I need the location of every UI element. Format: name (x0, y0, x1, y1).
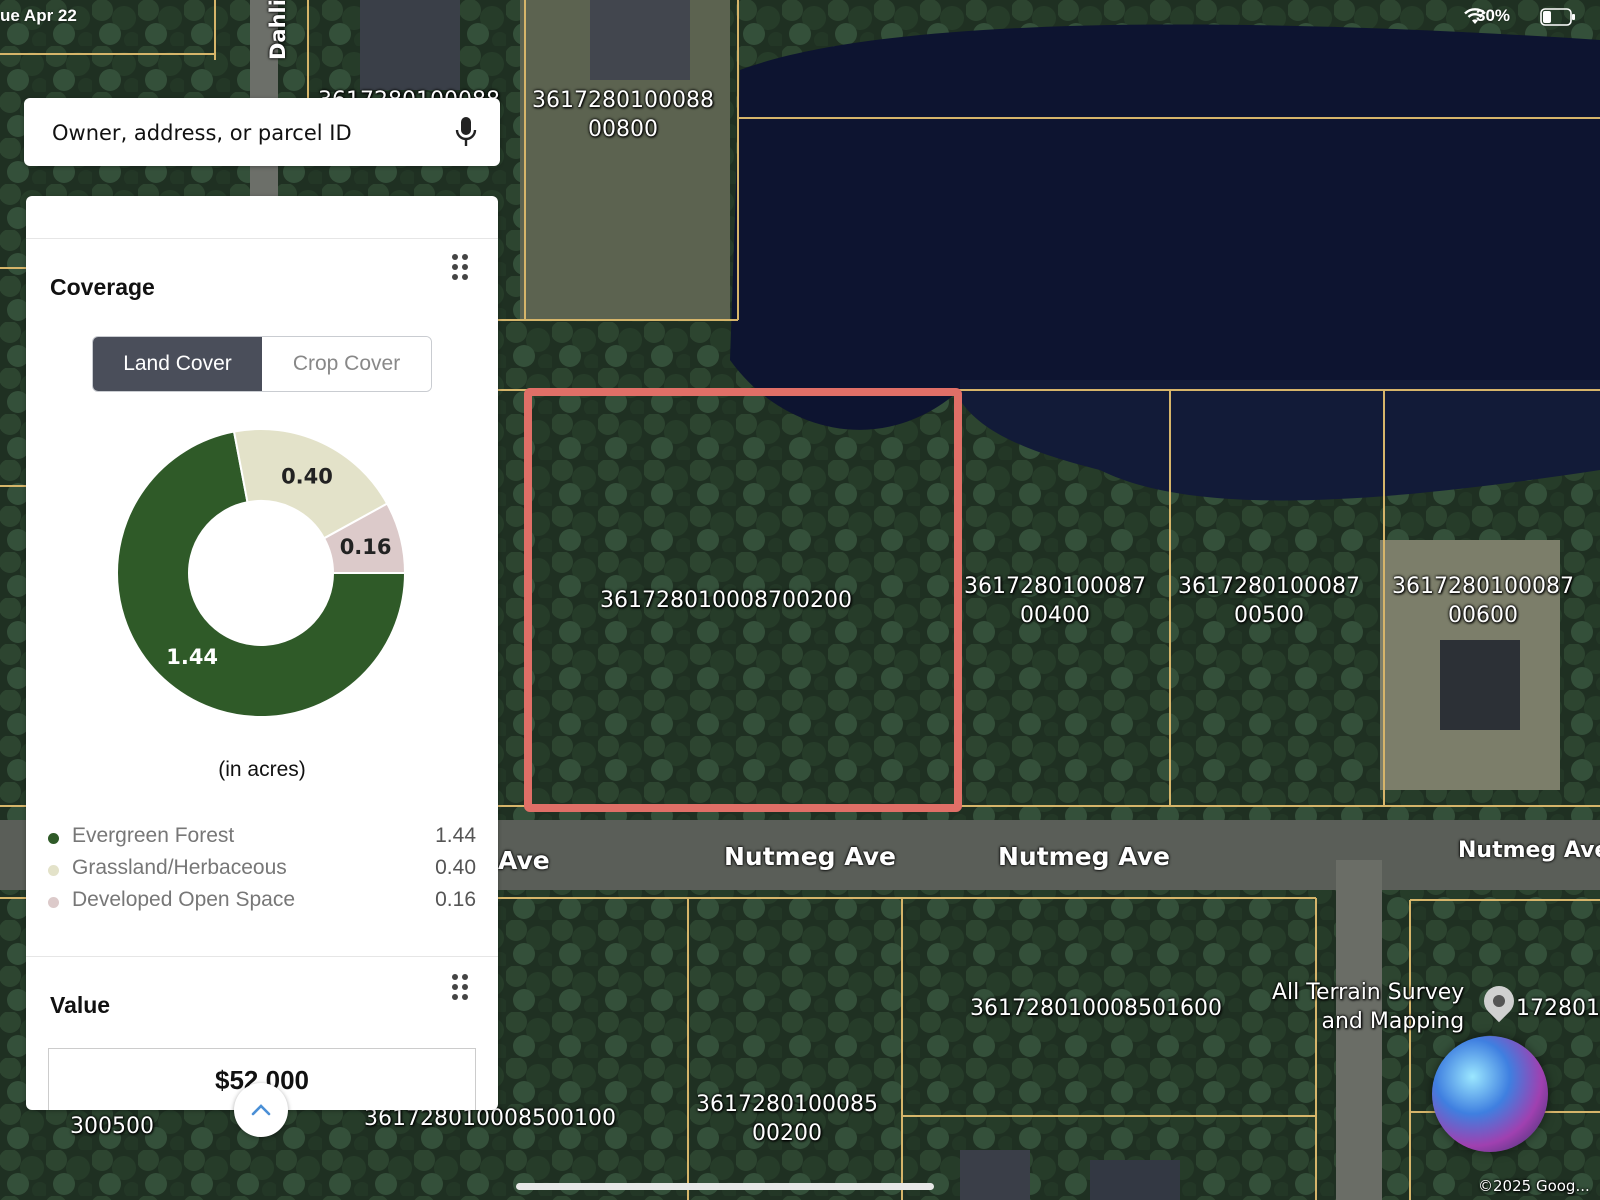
parcel-details-panel[interactable]: Coverage Land Cover Crop Cover 1.44 0.40 0… (26, 196, 498, 1110)
home-indicator[interactable] (516, 1183, 934, 1190)
legend-label: Grassland/Herbaceous (72, 856, 287, 879)
parcel-label[interactable]: 3617280100087 00600 (1392, 572, 1574, 630)
legend-label: Developed Open Space (72, 888, 295, 911)
panel-divider (26, 956, 498, 957)
legend-value: 0.40 (435, 856, 476, 879)
street-label: Dahlia (266, 0, 290, 60)
street-label: Ave (498, 846, 550, 875)
legend-swatch (48, 833, 59, 844)
parcel-label[interactable]: 3617280100088 00800 (532, 86, 714, 144)
panel-divider (26, 238, 498, 239)
coverage-toggle[interactable]: Land Cover Crop Cover (92, 336, 432, 392)
parcel-label[interactable]: 300500 (70, 1112, 154, 1141)
microphone-icon[interactable] (454, 116, 478, 148)
collapse-panel-button[interactable] (234, 1083, 288, 1137)
legend-swatch (48, 865, 59, 876)
donut-data-label: 0.16 (340, 535, 392, 559)
parcel-label[interactable]: 361728010008501600 (970, 994, 1222, 1023)
donut-data-label: 1.44 (166, 645, 218, 669)
selected-parcel-label[interactable]: 361728010008700200 (600, 586, 852, 615)
copyright-label: ©2025 Goog... (1478, 1177, 1590, 1195)
coverage-drag-handle-icon[interactable] (452, 254, 468, 280)
street-label: Nutmeg Ave (1458, 838, 1600, 863)
status-time: ue Apr 22 (0, 6, 77, 25)
parcel-label[interactable]: 3617280100085 00200 (696, 1090, 878, 1148)
parcel-label[interactable]: 3617280100087 00400 (964, 572, 1146, 630)
legend-item: Developed Open Space 0.16 (48, 888, 476, 916)
battery-icon (1540, 8, 1575, 26)
parcel-label[interactable]: 172801 (1516, 994, 1600, 1023)
tab-crop-cover[interactable]: Crop Cover (262, 337, 431, 391)
business-label[interactable]: All Terrain Survey and Mapping (1272, 978, 1464, 1036)
legend-item: Evergreen Forest 1.44 (48, 824, 476, 852)
chevron-up-icon (251, 1104, 271, 1116)
value-title: Value (50, 992, 111, 1018)
legend-swatch (48, 897, 59, 908)
street-label: Nutmeg Ave (724, 842, 896, 871)
coverage-title: Coverage (50, 274, 155, 300)
legend-item: Grassland/Herbaceous 0.40 (48, 856, 476, 884)
wifi-icon (1464, 8, 1486, 24)
legend-value: 0.16 (435, 888, 476, 911)
value-drag-handle-icon[interactable] (452, 974, 468, 1000)
donut-data-label: 0.40 (281, 464, 333, 488)
chart-unit-label: (in acres) (218, 758, 306, 781)
tab-land-cover[interactable]: Land Cover (93, 337, 262, 391)
land-cover-donut-chart: 1.44 0.40 0.16 (116, 428, 406, 718)
parcel-label[interactable]: 3617280100087 00500 (1178, 572, 1360, 630)
siri-icon[interactable] (1432, 1036, 1548, 1152)
search-bar[interactable] (24, 98, 500, 166)
street-label: Nutmeg Ave (998, 842, 1170, 871)
search-input[interactable] (50, 112, 444, 154)
legend-value: 1.44 (435, 824, 476, 847)
legend-label: Evergreen Forest (72, 824, 235, 847)
